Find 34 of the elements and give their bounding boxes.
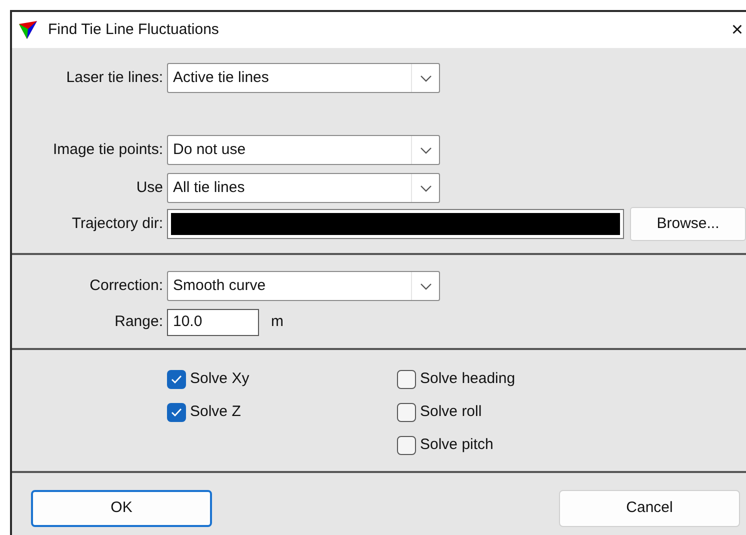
check-icon xyxy=(171,408,182,417)
checkbox-label: Solve roll xyxy=(420,402,482,422)
range-field[interactable]: 10.0 xyxy=(167,309,259,336)
unit-label: m xyxy=(271,312,284,332)
field-label: Range: xyxy=(114,312,163,332)
dropdown[interactable]: All tie lines xyxy=(167,173,440,203)
dropdown[interactable]: Smooth curve xyxy=(167,271,440,301)
checkbox[interactable] xyxy=(397,403,416,422)
close-button[interactable]: × xyxy=(729,20,745,40)
chevron-down-icon xyxy=(420,282,432,290)
chevron-down-icon xyxy=(420,146,432,154)
check-icon xyxy=(171,375,182,384)
window-title: Find Tie Line Fluctuations xyxy=(48,20,220,40)
checkbox[interactable] xyxy=(397,370,416,389)
checkbox-label: Solve heading xyxy=(420,369,516,390)
chevron-down-icon xyxy=(420,74,432,82)
checkbox[interactable] xyxy=(167,370,186,389)
dialog-button[interactable]: OK xyxy=(31,490,212,527)
dropdown[interactable]: Do not use xyxy=(167,135,440,165)
field-label: Use xyxy=(136,178,163,198)
browse-button[interactable]: Browse... xyxy=(630,207,746,241)
checkbox-label: Solve pitch xyxy=(420,435,494,456)
dropdown[interactable]: Active tie lines xyxy=(167,63,440,93)
field-label: Trajectory dir: xyxy=(72,214,163,234)
checkbox-label: Solve Xy xyxy=(190,369,250,390)
dialog-button[interactable]: Cancel xyxy=(559,490,740,527)
checkbox[interactable] xyxy=(167,403,186,422)
checkbox[interactable] xyxy=(397,436,416,455)
checkbox-label: Solve Z xyxy=(190,402,241,422)
app-logo-icon xyxy=(18,20,38,40)
chevron-down-icon xyxy=(420,184,432,192)
field-label: Image tie points: xyxy=(52,140,163,160)
field-label: Correction: xyxy=(90,276,163,296)
field-label: Laser tie lines: xyxy=(66,68,163,88)
